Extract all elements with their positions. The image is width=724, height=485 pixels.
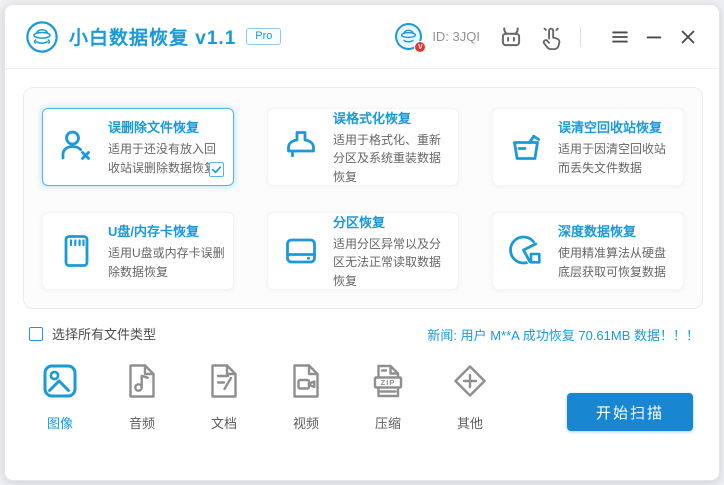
card-title: 分区恢复 (333, 212, 450, 231)
card-undelete-recovery[interactable]: 误删除文件恢复 适用于还没有放入回收站误删除数据恢复 (42, 108, 234, 186)
user-avatar[interactable]: V (394, 22, 423, 51)
card-usb-sdcard-recovery[interactable]: U盘/内存卡恢复 适用U盘或内存卡误删除数据恢复 (42, 212, 234, 290)
document-icon (204, 361, 244, 401)
card-unformat-recovery[interactable]: 误格式化恢复 适用于格式化、重新分区及系统重装数据恢复 (267, 108, 459, 186)
svg-text:ZIP: ZIP (381, 378, 396, 387)
service-robot-icon[interactable] (498, 24, 524, 50)
select-all-filetypes[interactable]: 选择所有文件类型 (29, 324, 156, 343)
card-title: U盘/内存卡恢复 (108, 221, 225, 240)
hand-pointer-icon[interactable] (538, 24, 564, 50)
image-icon (40, 361, 80, 401)
card-desc: 适用分区异常以及分区无法正常读取数据恢复 (333, 235, 450, 291)
app-window: 小白数据恢复 v1.1 Pro V ID: 3JQI (4, 4, 720, 481)
filetype-label: 图像 (47, 413, 73, 432)
filetype-audio[interactable]: 音频 (109, 361, 175, 432)
filetype-document[interactable]: 文档 (191, 361, 257, 432)
filetype-label: 文档 (211, 413, 237, 432)
card-deep-scan-recovery[interactable]: 深度数据恢复 使用精准算法从硬盘底层获取可恢复数据 (492, 212, 684, 290)
card-desc: 适用于因清空回收站而丢失文件数据 (558, 140, 675, 177)
recovery-modes-panel: 误删除文件恢复 适用于还没有放入回收站误删除数据恢复 误格式化恢复 适用于格式化… (23, 87, 703, 309)
audio-icon (122, 361, 162, 401)
card-desc: 适用于还没有放入回收站误删除数据恢复 (108, 140, 225, 177)
other-plus-icon (450, 361, 490, 401)
stamp-icon (281, 127, 321, 167)
menu-icon[interactable] (609, 26, 631, 48)
filetype-label: 压缩 (375, 413, 401, 432)
select-all-checkbox[interactable] (29, 327, 43, 341)
zip-icon: ZIP (368, 361, 408, 401)
deep-scan-icon (506, 231, 546, 271)
filetype-other[interactable]: 其他 (437, 361, 503, 432)
card-title: 误清空回收站恢复 (558, 117, 675, 136)
filetype-label: 视频 (293, 413, 319, 432)
close-icon[interactable] (677, 26, 699, 48)
filetype-zip[interactable]: ZIP 压缩 (355, 361, 421, 432)
card-title: 误格式化恢复 (333, 108, 450, 127)
pro-badge: Pro (246, 28, 281, 45)
start-scan-button[interactable]: 开始扫描 (567, 393, 693, 431)
card-title: 误删除文件恢复 (108, 117, 225, 136)
app-title: 小白数据恢复 v1.1 (69, 23, 236, 50)
hard-drive-icon (281, 231, 321, 271)
user-id: ID: 3JQI (432, 29, 480, 44)
user-x-icon (56, 127, 96, 167)
titlebar: 小白数据恢复 v1.1 Pro V ID: 3JQI (5, 5, 719, 69)
filetype-video[interactable]: 视频 (273, 361, 339, 432)
card-recycle-bin-recovery[interactable]: 误清空回收站恢复 适用于因清空回收站而丢失文件数据 (492, 108, 684, 186)
app-logo-icon (25, 20, 59, 54)
card-title: 深度数据恢复 (558, 221, 675, 240)
news-ticker: 新闻: 用户 M**A 成功恢复 70.61MB 数据！！！ (427, 325, 699, 344)
trash-basket-icon (506, 127, 546, 167)
sd-card-icon (56, 231, 96, 271)
video-icon (286, 361, 326, 401)
card-desc: 适用于格式化、重新分区及系统重装数据恢复 (333, 131, 450, 187)
vip-badge: V (414, 41, 426, 53)
filetype-label: 音频 (129, 413, 155, 432)
titlebar-divider (580, 27, 581, 47)
filetype-label: 其他 (457, 413, 483, 432)
minimize-icon[interactable] (643, 26, 665, 48)
filetype-row: 图像 音频 文档 (27, 361, 503, 432)
select-all-label: 选择所有文件类型 (52, 324, 156, 343)
card-desc: 适用U盘或内存卡误删除数据恢复 (108, 244, 225, 281)
filetype-image[interactable]: 图像 (27, 361, 93, 432)
card-partition-recovery[interactable]: 分区恢复 适用分区异常以及分区无法正常读取数据恢复 (267, 212, 459, 290)
card-checkbox-checked[interactable] (209, 162, 224, 177)
card-desc: 使用精准算法从硬盘底层获取可恢复数据 (558, 244, 675, 281)
